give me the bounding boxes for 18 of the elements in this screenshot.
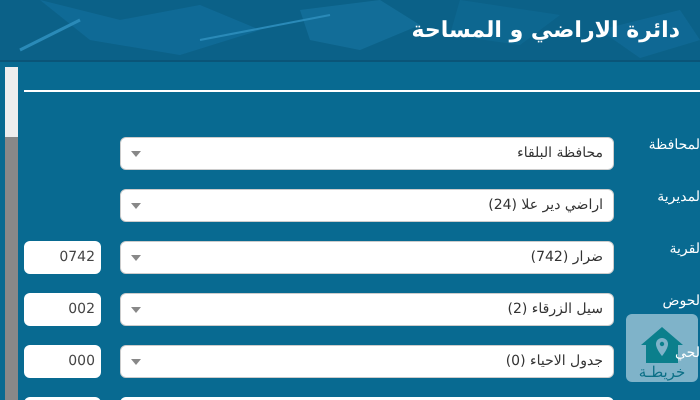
dropdown-select[interactable]: سيل الزرقاء (2)	[120, 293, 614, 326]
dropdown-select[interactable]: اراضي دير علا (24)	[120, 189, 614, 222]
caret-icon	[131, 306, 141, 312]
field-label: لمحافظة	[648, 136, 700, 155]
field-label: لمديرية	[657, 188, 700, 207]
caret-icon	[131, 358, 141, 364]
caret-icon	[131, 202, 141, 208]
number-field[interactable]: 002	[24, 293, 101, 326]
dropdown-select[interactable]: ضرار (742)	[120, 241, 614, 274]
caret-icon	[131, 150, 141, 156]
number-field[interactable]: 000	[24, 345, 101, 378]
field-label: لحوض	[662, 292, 700, 311]
dropdown-select[interactable]: محافظة البلقاء	[120, 137, 614, 170]
page-title: دائرة الاراضي و المساحة	[412, 16, 680, 44]
number-field[interactable]: 0742	[24, 241, 101, 274]
field-label: لقرية	[670, 240, 700, 259]
dropdown-select[interactable]: جدول الاحياء (0)	[120, 345, 614, 378]
caret-icon	[131, 254, 141, 260]
